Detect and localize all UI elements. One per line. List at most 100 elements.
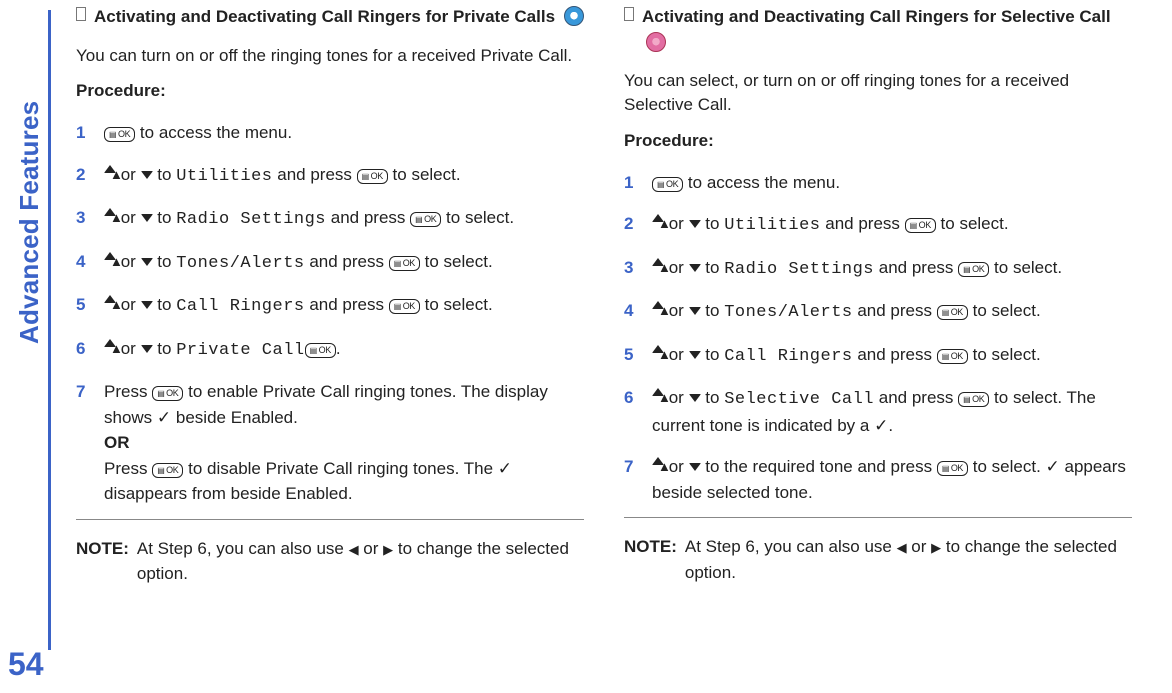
text-to: to (701, 345, 725, 364)
text-to: to (701, 388, 725, 407)
menu-name: Private Call (176, 341, 304, 360)
section-title-text: Activating and Deactivating Call Ringers… (94, 4, 584, 30)
text-to-select: to select. (936, 214, 1009, 233)
private-call-icon (564, 6, 584, 26)
step-7: 7 Press OK to enable Private Call ringin… (76, 371, 584, 515)
divider (624, 517, 1132, 518)
step-5: 5 or to Call Ringers and press OK to sel… (624, 334, 1132, 378)
step-number: 3 (624, 255, 642, 283)
step-body: OK to access the menu. (652, 170, 1132, 196)
step-number: 1 (624, 170, 642, 196)
text-or: or (664, 301, 689, 320)
down-arrow-icon (689, 394, 701, 402)
down-arrow-icon (141, 301, 153, 309)
step-4: 4 or to Tones/Alerts and press OK to sel… (76, 241, 584, 285)
up-arrow-icon (104, 208, 116, 216)
menu-name: Selective Call (724, 390, 874, 409)
bookmark-icon (624, 7, 634, 21)
ok-button-icon: OK (410, 212, 441, 227)
step-text: to access the menu. (135, 123, 292, 142)
down-arrow-icon (689, 220, 701, 228)
text-period: . (336, 339, 341, 358)
down-arrow-icon (141, 258, 153, 266)
text-and-press: and press (874, 258, 958, 277)
intro-text: You can select, or turn on or off ringin… (624, 69, 1132, 117)
down-arrow-icon (141, 214, 153, 222)
step-body: or to Tones/Alerts and press OK to selec… (104, 249, 584, 277)
ok-button-icon: OK (937, 305, 968, 320)
ok-button-icon: OK (958, 392, 989, 407)
left-column: Activating and Deactivating Call Ringers… (76, 4, 584, 587)
text-and-press: and press (874, 388, 958, 407)
ok-button-icon: OK (958, 262, 989, 277)
ok-button-icon: OK (937, 461, 968, 476)
text-or: or (116, 208, 141, 227)
step-number: 6 (76, 336, 94, 364)
step-number: 7 (76, 379, 94, 507)
step-body: or to Selective Call and press OK to sel… (652, 385, 1132, 438)
text-to-select: to select. (968, 345, 1041, 364)
divider (76, 519, 584, 520)
text-press: Press (104, 382, 152, 401)
text-or: or (359, 539, 384, 558)
step-number: 4 (624, 298, 642, 326)
text-and-press: and press (853, 345, 937, 364)
down-arrow-icon (141, 345, 153, 353)
ok-button-icon: OK (652, 177, 683, 192)
right-arrow-icon (383, 540, 393, 560)
step-body: or to Private CallOK. (104, 336, 584, 364)
up-arrow-icon (104, 165, 116, 173)
text-beside-enabled: beside Enabled. (171, 408, 298, 427)
text-or: or (664, 388, 689, 407)
up-arrow-icon (652, 388, 664, 396)
text-to: to (701, 214, 725, 233)
up-arrow-icon (104, 295, 116, 303)
ok-button-icon: OK (389, 256, 420, 271)
page: Advanced Features 54 Activating and Deac… (0, 0, 1172, 693)
text-to-select: to select. (420, 252, 493, 271)
step-2: 2 or to Utilities and press OK to select… (76, 154, 584, 198)
text-period: . (888, 416, 893, 435)
down-arrow-icon (689, 264, 701, 272)
text-disable: to disable Private Call ringing tones. T… (183, 459, 497, 478)
check-icon (1046, 457, 1060, 476)
down-arrow-icon (689, 307, 701, 315)
section-side-label: Advanced Features (14, 101, 45, 344)
text-or: or (664, 457, 689, 476)
text-required-tone: to the required tone and press (701, 457, 937, 476)
section-heading-private: Activating and Deactivating Call Ringers… (76, 4, 584, 30)
intro-text: You can turn on or off the ringing tones… (76, 44, 584, 68)
ok-button-icon: OK (389, 299, 420, 314)
step-3: 3 or to Radio Settings and press OK to s… (76, 197, 584, 241)
ok-button-icon: OK (357, 169, 388, 184)
text-to: to (153, 295, 177, 314)
up-arrow-icon (652, 457, 664, 465)
right-arrow-icon (931, 538, 941, 558)
step-number: 4 (76, 249, 94, 277)
text-to-select: to select. (441, 208, 514, 227)
text-or: or (116, 339, 141, 358)
step-body: or to Call Ringers and press OK to selec… (104, 292, 584, 320)
note-block: NOTE: At Step 6, you can also use or to … (624, 534, 1132, 585)
right-column: Activating and Deactivating Call Ringers… (624, 4, 1132, 587)
ok-button-icon: OK (104, 127, 135, 142)
up-arrow-icon (104, 339, 116, 347)
menu-name: Call Ringers (724, 347, 852, 366)
up-arrow-icon (652, 214, 664, 222)
text-and-press: and press (305, 252, 389, 271)
step-number: 2 (624, 211, 642, 239)
step-text: to access the menu. (683, 173, 840, 192)
step-1: 1 OK to access the menu. (624, 161, 1132, 204)
menu-name: Tones/Alerts (176, 254, 304, 273)
text-and-press: and press (273, 165, 357, 184)
text-or: or (664, 345, 689, 364)
procedure-steps: 1 OK to access the menu. 2 or to Utiliti… (76, 111, 584, 515)
step-number: 6 (624, 385, 642, 438)
text-to-select: to select. (968, 301, 1041, 320)
down-arrow-icon (141, 171, 153, 179)
text-or: or (116, 165, 141, 184)
text-or-bold: OR (104, 433, 130, 452)
text-to: to (153, 165, 177, 184)
check-icon (874, 416, 888, 435)
step-4: 4 or to Tones/Alerts and press OK to sel… (624, 290, 1132, 334)
